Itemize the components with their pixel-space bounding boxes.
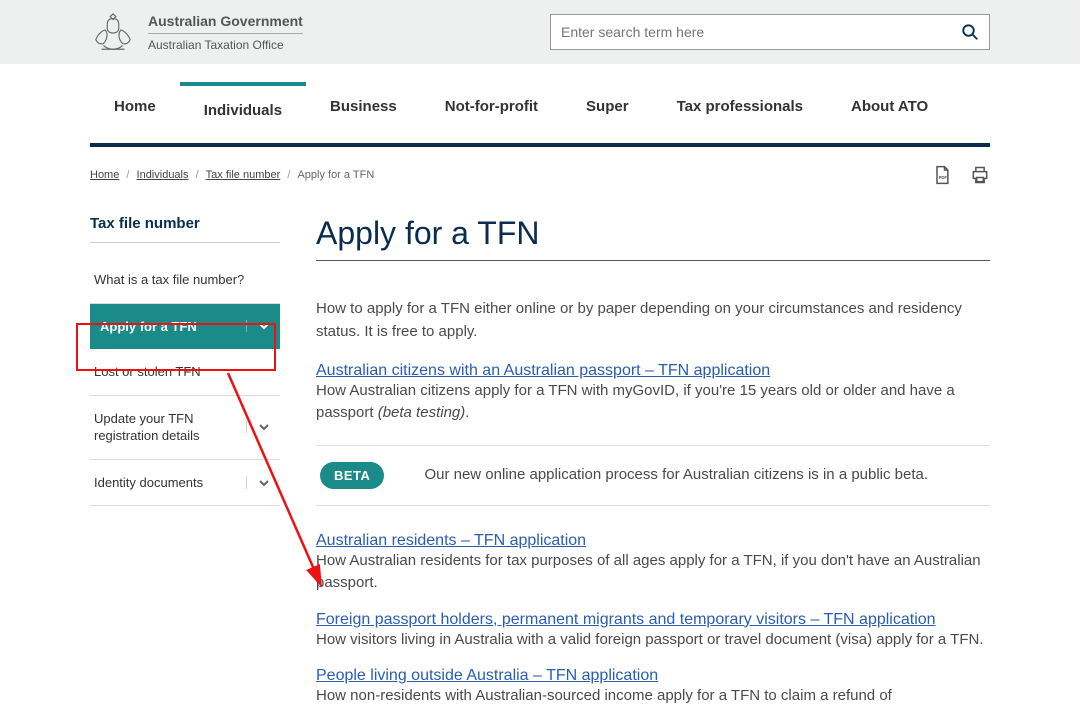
content-description: How non-residents with Australian-source… (316, 685, 990, 708)
breadcrumb-current: Apply for a TFN (297, 169, 374, 181)
page-intro: How to apply for a TFN either online or … (316, 297, 990, 344)
main-content: Apply for a TFN How to apply for a TFN e… (316, 215, 990, 724)
page-title: Apply for a TFN (316, 215, 990, 261)
brand-ato: Australian Taxation Office (148, 33, 303, 52)
nav-item-super[interactable]: Super (562, 86, 653, 143)
brand-gov: Australian Government (148, 13, 303, 29)
content-description: How Australian residents for tax purpose… (316, 550, 990, 595)
pdf-icon[interactable]: PDF (932, 165, 952, 185)
nav-item-not-for-profit[interactable]: Not-for-profit (421, 86, 562, 143)
page-tools: PDF (932, 165, 990, 185)
search-icon[interactable] (961, 23, 979, 41)
nav-item-tax-professionals[interactable]: Tax professionals (653, 86, 827, 143)
sidebar-item[interactable]: Identity documents (90, 460, 280, 507)
nav-item-individuals[interactable]: Individuals (180, 82, 306, 143)
sidebar: Tax file number What is a tax file numbe… (90, 215, 280, 506)
chevron-down-icon[interactable] (246, 320, 272, 332)
brand: Australian Government Australian Taxatio… (90, 10, 303, 54)
chevron-down-icon[interactable] (246, 421, 272, 433)
content-description: How Australian citizens apply for a TFN … (316, 380, 990, 425)
nav-item-business[interactable]: Business (306, 86, 421, 143)
sidebar-item[interactable]: Lost or stolen TFN (90, 349, 280, 396)
print-icon[interactable] (970, 165, 990, 185)
breadcrumb-row: Home / Individuals / Tax file number / A… (90, 165, 990, 185)
sidebar-item-label: Lost or stolen TFN (94, 363, 272, 381)
nav-item-home[interactable]: Home (90, 86, 180, 143)
content-description: How visitors living in Australia with a … (316, 629, 990, 652)
sidebar-item[interactable]: Update your TFN registration details (90, 396, 280, 460)
sidebar-title: Tax file number (90, 215, 280, 243)
beta-text: Our new online application process for A… (424, 464, 928, 486)
nav-item-about-ato[interactable]: About ATO (827, 86, 952, 143)
search-input[interactable] (561, 24, 961, 40)
header-band: Australian Government Australian Taxatio… (0, 0, 1080, 64)
sidebar-item-label: Apply for a TFN (100, 318, 246, 336)
breadcrumb-link[interactable]: Tax file number (206, 169, 281, 181)
sidebar-item-label: What is a tax file number? (94, 271, 272, 289)
sidebar-item-label: Identity documents (94, 474, 246, 492)
content-link[interactable]: Australian citizens with an Australian p… (316, 362, 770, 379)
beta-pill: BETA (320, 462, 384, 489)
crest-icon (90, 10, 136, 54)
main-nav: HomeIndividualsBusinessNot-for-profitSup… (90, 64, 990, 147)
breadcrumb-link[interactable]: Home (90, 169, 119, 181)
breadcrumb-sep: / (193, 169, 202, 181)
beta-callout: BETA Our new online application process f… (316, 445, 990, 506)
sidebar-item[interactable]: What is a tax file number? (90, 257, 280, 304)
chevron-down-icon[interactable] (246, 477, 272, 489)
breadcrumb-link[interactable]: Individuals (137, 169, 189, 181)
sidebar-item-label: Update your TFN registration details (94, 410, 246, 445)
svg-text:PDF: PDF (939, 175, 948, 180)
sidebar-item[interactable]: Apply for a TFN (90, 304, 280, 350)
breadcrumb: Home / Individuals / Tax file number / A… (90, 169, 374, 181)
breadcrumb-sep: / (123, 169, 132, 181)
content-link[interactable]: Australian residents – TFN application (316, 532, 586, 549)
breadcrumb-sep: / (284, 169, 293, 181)
search-box[interactable] (550, 14, 990, 50)
content-link[interactable]: Foreign passport holders, permanent migr… (316, 611, 936, 628)
content-link[interactable]: People living outside Australia – TFN ap… (316, 667, 658, 684)
